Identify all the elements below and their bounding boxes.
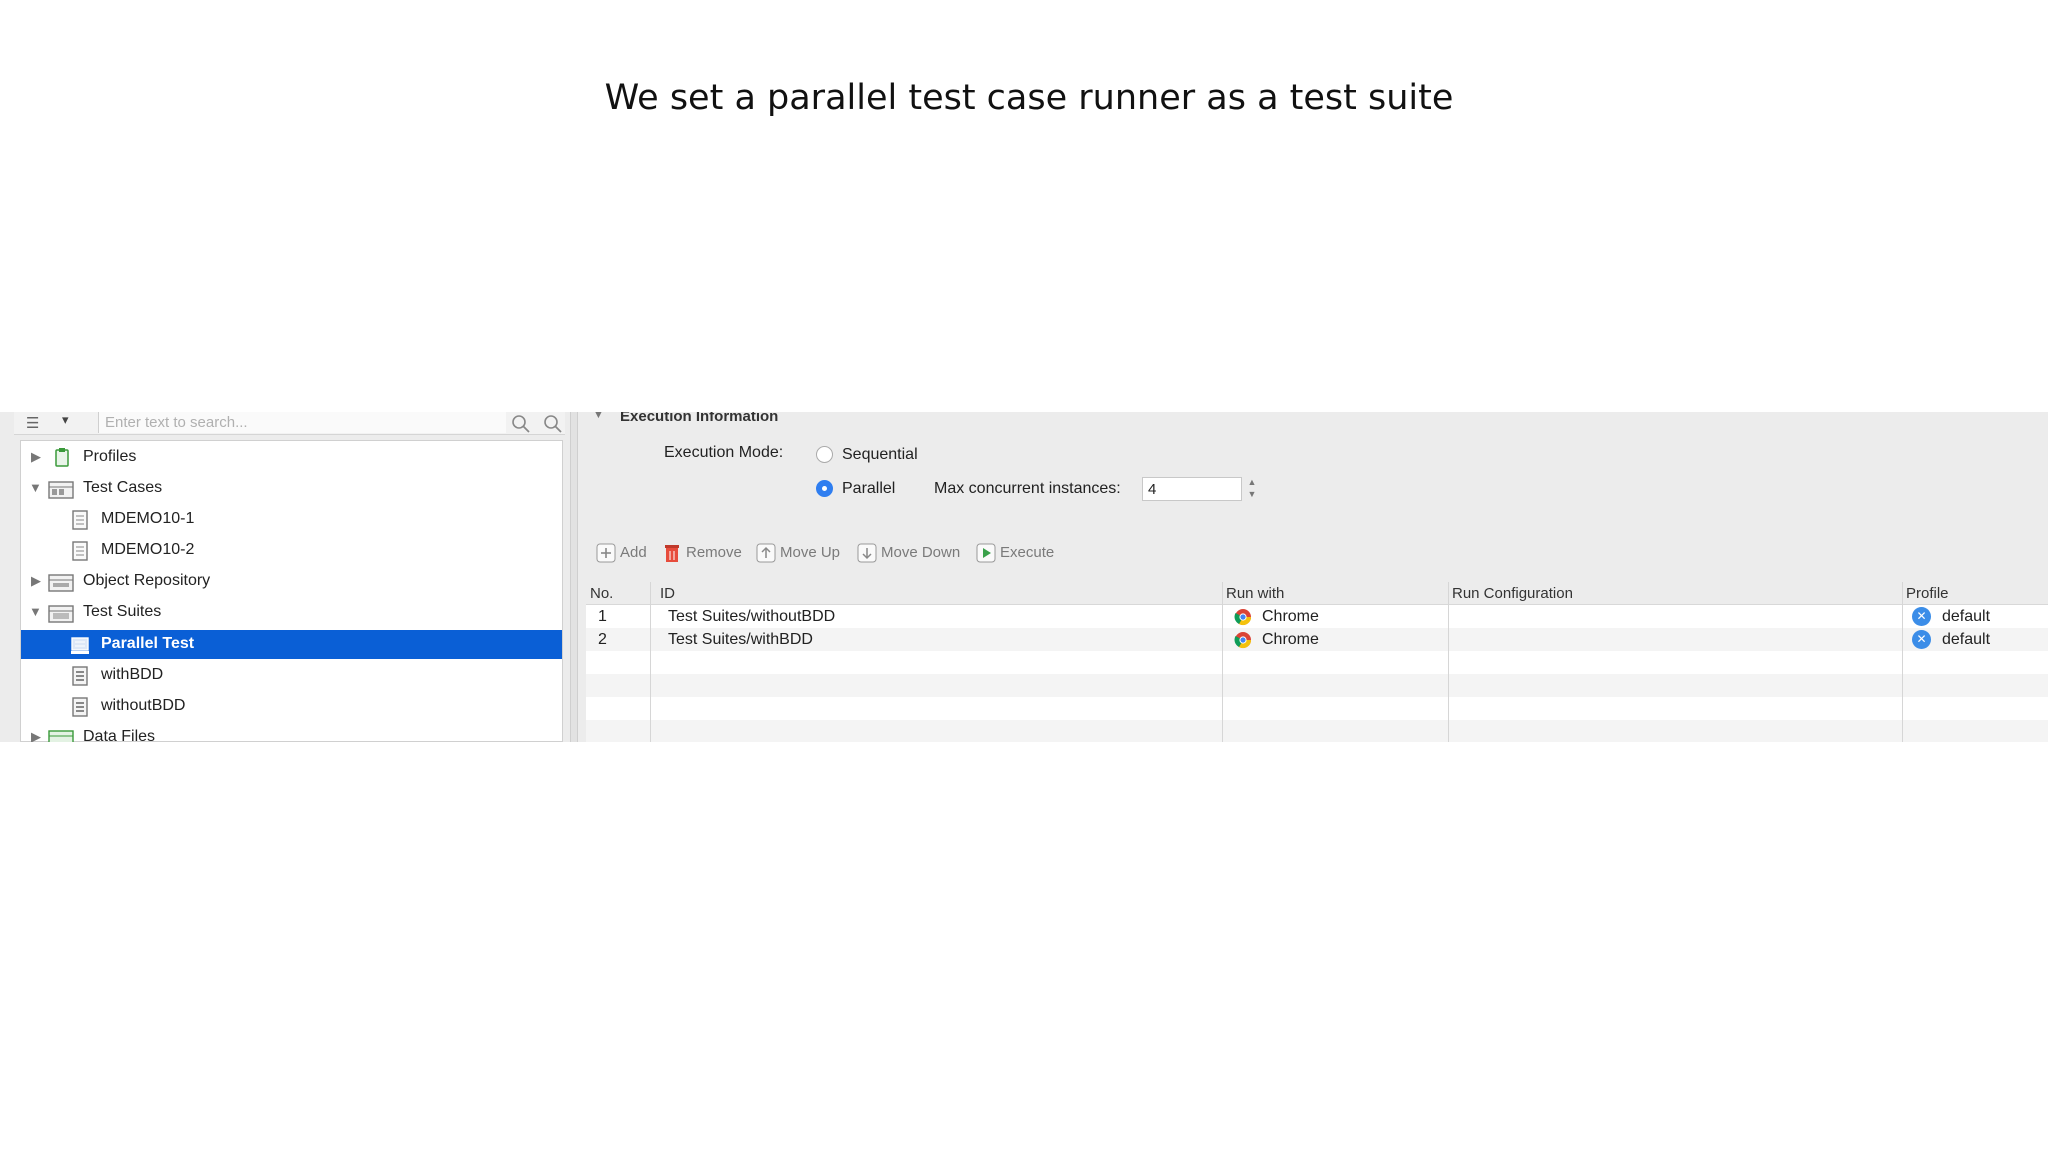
row-run-with: Chrome <box>1262 608 1319 625</box>
add-icon <box>596 543 616 563</box>
sequential-radio-label: Sequential <box>842 446 918 463</box>
tree-item-test-cases[interactable]: ▼ Test Cases <box>21 474 562 503</box>
tree-item-label: MDEMO10-1 <box>101 510 195 527</box>
row-no: 2 <box>598 631 607 648</box>
advanced-search-icon[interactable] <box>542 412 568 434</box>
column-divider <box>1222 582 1223 742</box>
move-up-label: Move Up <box>780 544 841 561</box>
profile-icon: ✕ <box>1912 607 1931 626</box>
tree-item-object-repository[interactable]: ▶ Object Repository <box>21 567 562 596</box>
column-divider <box>1902 582 1903 742</box>
section-title: Execution Information <box>620 412 779 425</box>
test-cases-folder-icon <box>47 478 74 500</box>
tree-item-label: Object Repository <box>83 572 211 589</box>
tree-item-label: withoutBDD <box>101 697 186 714</box>
filter-icon[interactable]: ☰ <box>26 414 39 432</box>
play-icon <box>976 543 996 563</box>
tree-item-parallel-test[interactable]: Parallel Test <box>21 630 562 659</box>
data-files-icon <box>47 727 74 742</box>
tree-item-withbdd[interactable]: withBDD <box>21 661 562 690</box>
column-header-run-configuration[interactable]: Run Configuration <box>1452 585 1573 602</box>
row-id: Test Suites/withBDD <box>668 631 813 648</box>
max-concurrent-label: Max concurrent instances: <box>934 480 1121 497</box>
test-explorer-panel: ☰ ▾ ▶ Profiles ▼ <box>0 412 570 742</box>
empty-table-row <box>586 674 2048 697</box>
chrome-icon <box>1234 631 1252 649</box>
chrome-icon <box>1234 608 1252 626</box>
column-divider <box>650 582 651 742</box>
tree-item-label: Parallel Test <box>101 635 195 652</box>
tree-item-mdemo10-2[interactable]: MDEMO10-2 <box>21 536 562 565</box>
slide-title: We set a parallel test case runner as a … <box>604 78 1454 118</box>
column-header-id[interactable]: ID <box>660 585 675 602</box>
expand-arrow-icon[interactable]: ▶ <box>31 449 41 465</box>
execute-label: Execute <box>1000 544 1055 561</box>
tree-item-withoutbdd[interactable]: withoutBDD <box>21 692 562 721</box>
tree-item-mdemo10-1[interactable]: MDEMO10-1 <box>21 505 562 534</box>
table-row[interactable]: 2 Test Suites/withBDD Chrome ✕ default <box>586 628 2048 651</box>
test-suite-collection-editor: ▼ Execution Information Execution Mode: … <box>578 412 2048 742</box>
column-divider <box>1448 582 1449 742</box>
test-suites-folder-icon <box>47 602 74 624</box>
tree-item-label: Data Files <box>83 728 156 742</box>
execution-mode-label: Execution Mode: <box>664 444 784 461</box>
arrow-down-icon <box>857 543 877 563</box>
test-case-icon <box>69 540 93 562</box>
explorer-search-input[interactable] <box>98 412 506 433</box>
add-label: Add <box>620 544 647 561</box>
empty-table-row <box>586 651 2048 674</box>
table-row[interactable]: 1 Test Suites/withoutBDD Chrome ✕ defaul… <box>586 605 2048 628</box>
collapse-arrow-icon[interactable]: ▼ <box>29 480 42 495</box>
max-concurrent-stepper[interactable]: ▲ ▼ <box>1246 476 1258 502</box>
test-case-icon <box>69 509 93 531</box>
empty-table-row <box>586 697 2048 720</box>
tree-item-profiles[interactable]: ▶ Profiles <box>21 443 562 472</box>
move-down-label: Move Down <box>881 544 961 561</box>
expand-arrow-icon[interactable]: ▶ <box>31 729 41 742</box>
remove-label: Remove <box>686 544 742 561</box>
row-id: Test Suites/withoutBDD <box>668 608 836 625</box>
parallel-radio[interactable] <box>816 480 833 497</box>
explorer-tree: ▶ Profiles ▼ Test Cases MDEMO10-1 MDEMO1… <box>20 440 563 742</box>
table-header: No. ID Run with Run Configuration Profil… <box>586 582 2048 605</box>
panel-splitter[interactable] <box>570 412 578 742</box>
profile-icon: ✕ <box>1912 630 1931 649</box>
katalon-screenshot: ☰ ▾ ▶ Profiles ▼ <box>0 412 2048 742</box>
test-suites-table: No. ID Run with Run Configuration Profil… <box>586 582 2048 742</box>
tree-item-label: Profiles <box>83 448 137 465</box>
empty-table-row <box>586 720 2048 742</box>
test-suite-collection-icon <box>69 634 93 656</box>
tree-item-label: MDEMO10-2 <box>101 541 195 558</box>
row-no: 1 <box>598 608 607 625</box>
arrow-up-icon <box>756 543 776 563</box>
search-icon[interactable] <box>510 412 536 434</box>
column-header-run-with[interactable]: Run with <box>1226 585 1284 602</box>
filter-dropdown-caret-icon[interactable]: ▾ <box>62 412 69 428</box>
collapse-arrow-icon[interactable]: ▼ <box>592 412 605 421</box>
tree-item-data-files[interactable]: ▶ Data Files <box>21 723 562 742</box>
row-run-with: Chrome <box>1262 631 1319 648</box>
tree-item-label: Test Cases <box>83 479 163 496</box>
object-repository-icon <box>47 571 74 593</box>
tree-item-label: withBDD <box>101 666 164 683</box>
row-profile: default <box>1942 608 1991 625</box>
profiles-icon <box>51 447 75 469</box>
row-profile: default <box>1942 631 1991 648</box>
column-header-profile[interactable]: Profile <box>1906 585 1949 602</box>
max-concurrent-input[interactable] <box>1142 477 1242 501</box>
tree-item-test-suites[interactable]: ▼ Test Suites <box>21 598 562 627</box>
trash-icon <box>662 543 682 563</box>
tree-item-label: Test Suites <box>83 603 162 620</box>
sequential-radio[interactable] <box>816 446 833 463</box>
expand-arrow-icon[interactable]: ▶ <box>31 573 41 589</box>
test-suite-icon <box>69 665 93 687</box>
column-header-no[interactable]: No. <box>590 585 613 602</box>
collapse-arrow-icon[interactable]: ▼ <box>29 604 42 619</box>
parallel-radio-label: Parallel <box>842 480 896 497</box>
explorer-search-bar: ☰ ▾ <box>14 412 565 435</box>
test-suite-icon <box>69 696 93 718</box>
